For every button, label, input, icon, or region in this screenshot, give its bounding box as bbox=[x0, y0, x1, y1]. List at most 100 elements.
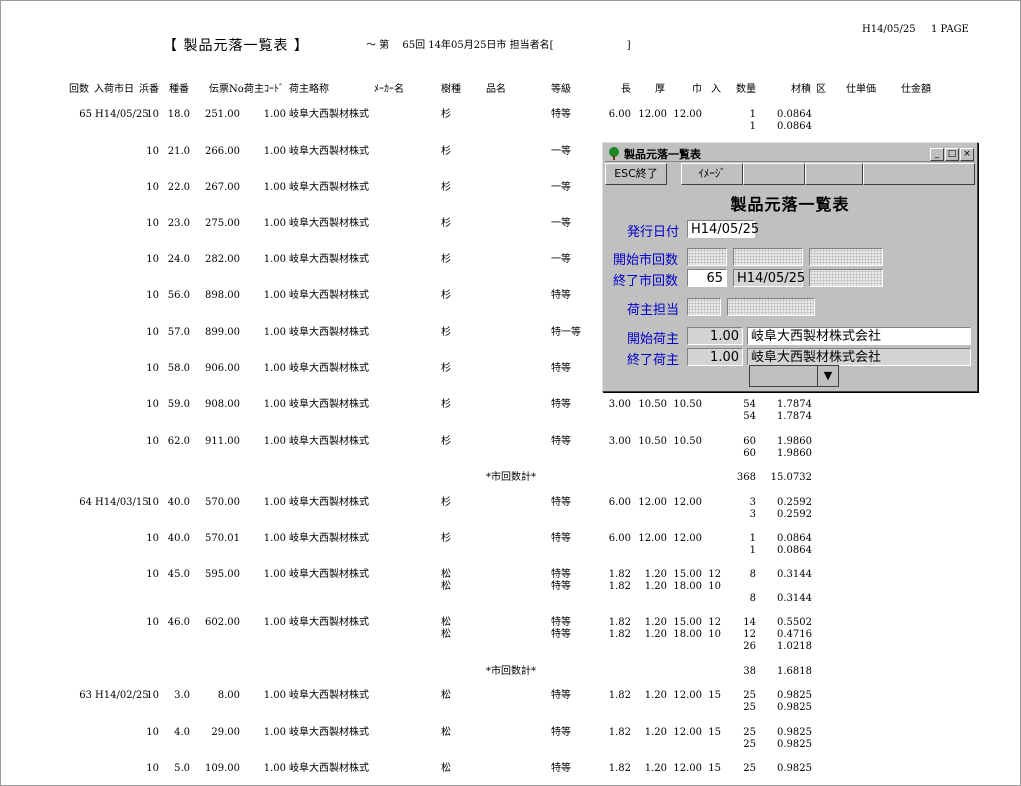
row-denpyo: 570.01 bbox=[205, 533, 240, 544]
row-jushu: 杉 bbox=[441, 327, 451, 338]
row-tokyu: 特等 bbox=[551, 497, 571, 508]
row-shu: 21.0 bbox=[167, 146, 190, 157]
extra-qty: 8 bbox=[749, 593, 756, 604]
subtotal-qty: 368 bbox=[736, 472, 756, 483]
row-jushu: 松 bbox=[441, 617, 451, 628]
extra-jushu: 松 bbox=[441, 581, 451, 592]
row-shu: 3.0 bbox=[174, 690, 190, 701]
row-ninushi: 岐阜大西製材株式 bbox=[289, 363, 369, 374]
start-round-num-field[interactable] bbox=[687, 248, 727, 266]
row-tokyu: 特等 bbox=[551, 290, 571, 301]
row-date: H14/02/25 bbox=[95, 690, 149, 701]
row-shu: 40.0 bbox=[167, 533, 190, 544]
row-qty: 14 bbox=[743, 617, 756, 628]
issue-date-field[interactable]: H14/05/25 bbox=[687, 220, 759, 238]
row-hama: 10 bbox=[146, 109, 159, 120]
row-shu: 46.0 bbox=[167, 617, 190, 628]
row-ninushi: 岐阜大西製材株式 bbox=[289, 533, 369, 544]
end-round-extra-field[interactable] bbox=[809, 269, 883, 287]
col-atsu: 厚 bbox=[655, 84, 665, 95]
row-naga: 1.82 bbox=[608, 617, 631, 628]
shipper-dropdown[interactable]: ▼ bbox=[749, 365, 839, 387]
start-round-extra-field[interactable] bbox=[809, 248, 883, 266]
start-round-date-field[interactable] bbox=[733, 248, 803, 266]
row-naga: 3.00 bbox=[608, 399, 631, 410]
row-hama: 10 bbox=[146, 569, 159, 580]
end-round-date-field[interactable]: H14/05/25 bbox=[733, 269, 805, 287]
row-volume: 1.9860 bbox=[777, 436, 812, 447]
row-ninushi-code: 1.00 bbox=[263, 363, 286, 374]
row-haba: 15.00 bbox=[673, 617, 702, 628]
row-atsu: 1.20 bbox=[644, 569, 667, 580]
end-round-num-field[interactable]: 65 bbox=[687, 269, 727, 287]
end-shipper-code-field[interactable]: 1.00 bbox=[687, 348, 743, 366]
row-ninushi-code: 1.00 bbox=[263, 146, 286, 157]
row-volume: 1.7874 bbox=[777, 399, 812, 410]
row-jushu: 松 bbox=[441, 763, 451, 774]
row-jushu: 杉 bbox=[441, 254, 451, 265]
row-shu: 45.0 bbox=[167, 569, 190, 580]
row-tokyu: 特等 bbox=[551, 763, 571, 774]
row-ninushi: 岐阜大西製材株式 bbox=[289, 109, 369, 120]
row-denpyo: 29.00 bbox=[211, 727, 240, 738]
row-denpyo: 602.00 bbox=[205, 617, 240, 628]
row-ninushi-code: 1.00 bbox=[263, 569, 286, 580]
row-ninushi: 岐阜大西製材株式 bbox=[289, 146, 369, 157]
row-kaisu: 64 bbox=[79, 497, 92, 508]
row-ninushi-code: 1.00 bbox=[263, 436, 286, 447]
start-shipper-name-field[interactable]: 岐阜大西製材株式会社 bbox=[747, 327, 971, 345]
row-qty-total: 1 bbox=[749, 121, 756, 132]
row-qty: 25 bbox=[743, 727, 756, 738]
col-kaisu: 回数 bbox=[69, 84, 89, 95]
row-denpyo: 275.00 bbox=[205, 218, 240, 229]
subtotal-qty: 38 bbox=[743, 666, 756, 677]
extra-qty: 26 bbox=[743, 641, 756, 652]
esc-exit-button[interactable]: ESC終了 bbox=[605, 163, 667, 185]
row-jushu: 松 bbox=[441, 690, 451, 701]
row-naga: 6.00 bbox=[608, 533, 631, 544]
title-bar[interactable]: 製品元落一覧表 _ □ × bbox=[605, 145, 975, 162]
row-atsu: 10.50 bbox=[638, 436, 667, 447]
row-denpyo: 906.00 bbox=[205, 363, 240, 374]
row-tokyu: 特等 bbox=[551, 690, 571, 701]
row-denpyo: 8.00 bbox=[217, 690, 240, 701]
row-hama: 10 bbox=[146, 363, 159, 374]
toolbar-blank-button[interactable] bbox=[805, 163, 863, 185]
row-ninushi: 岐阜大西製材株式 bbox=[289, 182, 369, 193]
row-hama: 10 bbox=[146, 497, 159, 508]
end-shipper-name-field[interactable]: 岐阜大西製材株式会社 bbox=[747, 348, 971, 366]
row-qty: 8 bbox=[749, 569, 756, 580]
shipper-staff-code-field[interactable] bbox=[687, 298, 721, 316]
row-tokyu: 特等 bbox=[551, 363, 571, 374]
dropdown-arrow-icon[interactable]: ▼ bbox=[817, 366, 838, 386]
row-tokyu: 特等 bbox=[551, 399, 571, 410]
row-hama: 10 bbox=[146, 399, 159, 410]
start-shipper-code-field[interactable]: 1.00 bbox=[687, 327, 743, 345]
close-button[interactable]: × bbox=[960, 148, 974, 161]
row-shu: 22.0 bbox=[167, 182, 190, 193]
row-tokyu: 一等 bbox=[551, 254, 571, 265]
image-button[interactable]: ｲﾒｰｼﾞ bbox=[681, 163, 743, 185]
row-hama: 10 bbox=[146, 690, 159, 701]
col-ku: 区 bbox=[816, 84, 826, 95]
col-denpyo: 伝票No. bbox=[209, 84, 247, 95]
row-volume: 0.9825 bbox=[777, 690, 812, 701]
extra-tokyu: 特等 bbox=[551, 629, 571, 640]
shipper-staff-label: 荷主担当 bbox=[627, 303, 680, 318]
row-denpyo: 267.00 bbox=[205, 182, 240, 193]
maximize-button[interactable]: □ bbox=[945, 148, 959, 161]
row-ninushi-code: 1.00 bbox=[263, 399, 286, 410]
row-qty-total: 1 bbox=[749, 545, 756, 556]
row-volume: 0.5502 bbox=[777, 617, 812, 628]
end-shipper-label: 終了荷主 bbox=[627, 353, 680, 368]
row-qty: 3 bbox=[749, 497, 756, 508]
row-hama: 10 bbox=[146, 617, 159, 628]
minimize-button[interactable]: _ bbox=[930, 148, 944, 161]
row-tokyu: 特等 bbox=[551, 727, 571, 738]
app-tree-icon bbox=[609, 147, 619, 160]
row-ninushi: 岐阜大西製材株式 bbox=[289, 690, 369, 701]
shipper-staff-name-field[interactable] bbox=[727, 298, 815, 316]
toolbar-blank-button[interactable] bbox=[743, 163, 805, 185]
row-atsu: 1.20 bbox=[644, 763, 667, 774]
toolbar-blank-button[interactable] bbox=[863, 163, 975, 185]
